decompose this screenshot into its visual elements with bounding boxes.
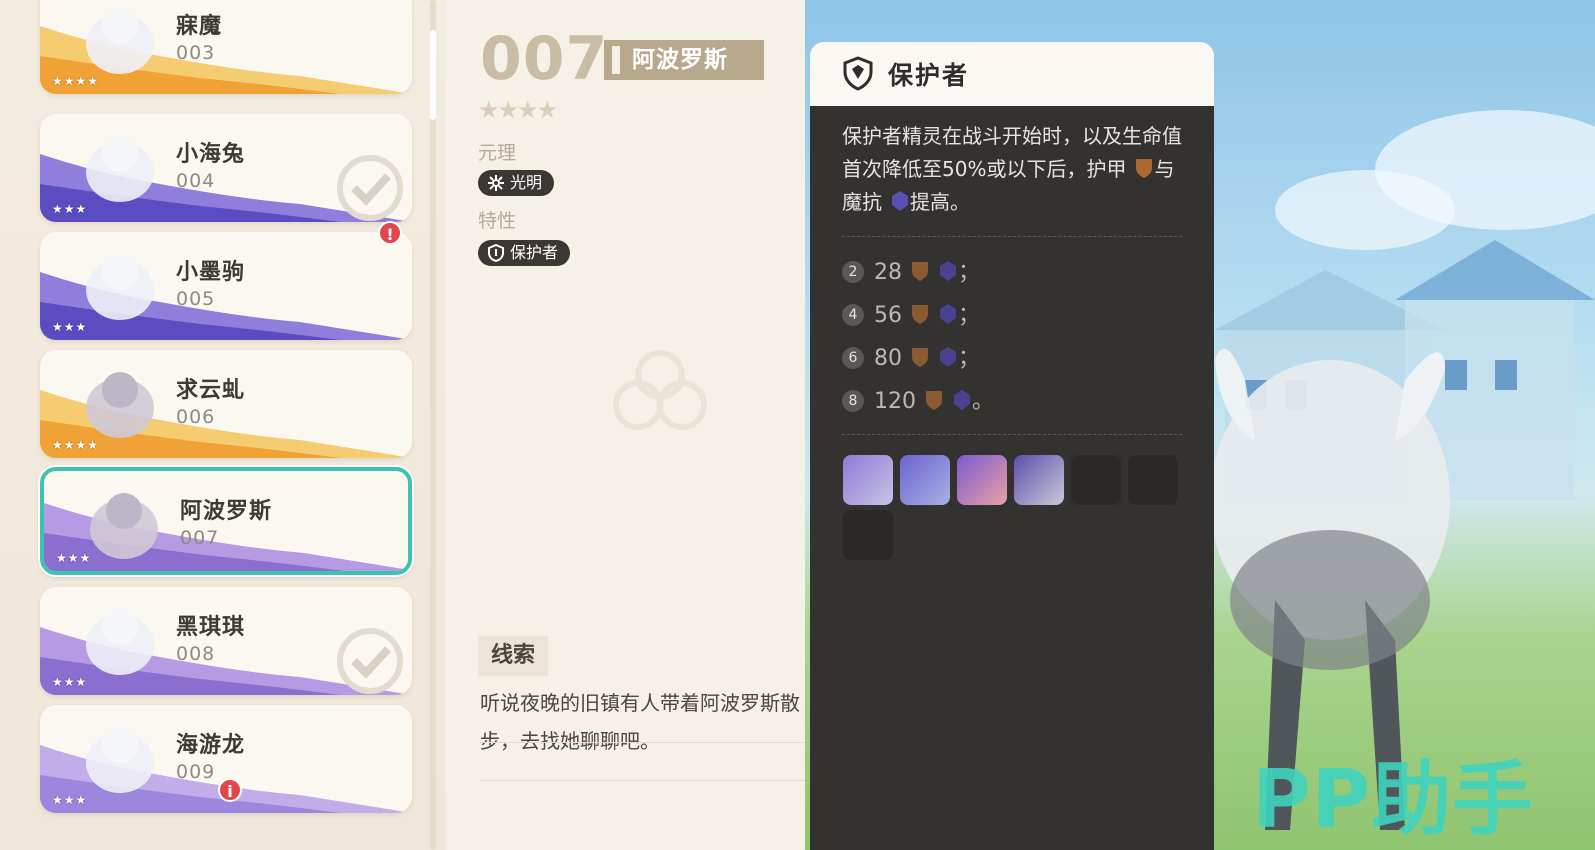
stat-row: 8 120 。 (842, 383, 995, 414)
list-item-name: 小墨驹 (176, 260, 246, 285)
spirit-name-tag: 阿波罗斯 (604, 40, 764, 80)
element-label: 元理 (478, 142, 517, 164)
stat-end: ； (958, 260, 981, 285)
light-icon (488, 175, 504, 191)
tooltip-divider (842, 236, 1182, 237)
list-item-number: 008 (176, 643, 216, 665)
collected-check-icon (337, 628, 403, 694)
list-item-name: 小海兔 (176, 142, 246, 167)
magic-resist-icon (940, 347, 956, 367)
stat-value: 56 (874, 303, 902, 328)
list-item-stars: ★★★★ (52, 438, 100, 452)
list-item-number: 005 (176, 288, 216, 310)
clue-text: 听说夜晚的旧镇有人带着阿波罗斯散步，去找她聊聊吧。 (480, 691, 800, 753)
watermark: PP助手 (1252, 753, 1534, 846)
list-item-stars: ★★★ (52, 793, 88, 807)
list-scrollbar-thumb[interactable] (430, 30, 436, 120)
stat-end: 。 (972, 389, 995, 414)
list-item-number: 009 (176, 761, 216, 783)
stat-level: 6 (842, 347, 864, 369)
list-item-number: 003 (176, 42, 216, 64)
tooltip-desc-part: 提高。 (910, 190, 970, 214)
trait-value: 保护者 (510, 243, 559, 262)
magic-resist-icon (954, 390, 970, 410)
list-item-name: 海游龙 (176, 733, 246, 758)
spirit-stars: ★★★★ (478, 96, 558, 124)
clue-label: 线索 (478, 636, 548, 676)
tooltip-divider (842, 434, 1182, 435)
list-item-stars: ★★★★ (52, 74, 100, 88)
warning-badge-icon: ! (378, 221, 402, 245)
armor-icon (912, 262, 928, 281)
stat-row: 6 80 ； (842, 340, 981, 371)
list-item-name: 寐魔 (176, 14, 223, 39)
list-item-005[interactable]: 小墨驹 005 ★★★ (40, 232, 412, 340)
stat-end: ； (958, 303, 981, 328)
divider (480, 780, 825, 781)
divider (480, 742, 825, 743)
team-portrait[interactable] (957, 455, 1007, 505)
stat-value: 120 (874, 389, 916, 414)
list-item-006[interactable]: 求云虬 006 ★★★★ (40, 350, 412, 458)
team-portrait-locked[interactable] (843, 510, 893, 560)
armor-icon (1136, 159, 1153, 178)
stat-level: 2 (842, 261, 864, 283)
stat-value: 80 (874, 346, 902, 371)
list-item-007[interactable]: 阿波罗斯 007 ★★★ (40, 467, 412, 575)
list-item-stars: ★★★ (56, 551, 92, 565)
list-item-number: 004 (176, 170, 216, 192)
collected-check-icon (337, 155, 403, 221)
trait-label: 特性 (478, 210, 517, 232)
shield-icon (843, 56, 873, 91)
list-item-stars: ★★★ (52, 675, 88, 689)
list-item-stars: ★★★ (52, 320, 88, 334)
list-item-003[interactable]: 寐魔 003 ★★★★ (40, 0, 412, 94)
list-item-name: 求云虬 (176, 378, 246, 403)
tooltip-title: 保护者 (888, 61, 970, 90)
armor-icon (912, 348, 928, 367)
armor-icon (912, 305, 928, 324)
emblem-watermark-icon (613, 350, 707, 430)
stat-value: 28 (874, 260, 902, 285)
list-item-number: 007 (180, 527, 220, 549)
shield-icon (488, 243, 504, 263)
tooltip-description: 保护者精灵在战斗开始时，以及生命值首次降低至50%或以下后，护甲 与魔抗 提高。 (842, 120, 1192, 219)
trait-pill[interactable]: 保护者 (478, 240, 571, 266)
armor-icon (926, 391, 942, 410)
stat-row: 4 56 ； (842, 297, 981, 328)
magic-resist-icon (940, 304, 956, 324)
list-item-name: 黑琪琪 (176, 615, 246, 640)
list-item-004[interactable]: 小海兔 004 ★★★ (40, 114, 412, 222)
team-portrait-locked[interactable] (1128, 455, 1178, 505)
list-item-name: 阿波罗斯 (180, 499, 273, 524)
stat-row: 2 28 ； (842, 254, 981, 285)
magic-resist-icon (892, 191, 908, 211)
team-portrait[interactable] (843, 455, 893, 505)
stat-level: 4 (842, 304, 864, 326)
list-item-008[interactable]: 黑琪琪 008 ★★★ (40, 587, 412, 695)
list-item-number: 006 (176, 406, 216, 428)
element-value: 光明 (510, 173, 543, 192)
tooltip-desc-part: 保护者精灵在战斗开始时，以及生命值首次降低至50%或以下后，护甲 (842, 124, 1182, 181)
spirit-number: 007 (480, 24, 609, 94)
team-portrait[interactable] (1014, 455, 1064, 505)
list-scrollbar-track[interactable] (430, 0, 436, 850)
stat-end: ； (958, 346, 981, 371)
info-badge-icon: i (218, 778, 242, 802)
element-pill[interactable]: 光明 (478, 170, 555, 196)
list-item-stars: ★★★ (52, 202, 88, 216)
stat-level: 8 (842, 390, 864, 412)
magic-resist-icon (940, 261, 956, 281)
team-portrait-locked[interactable] (1071, 455, 1121, 505)
spirit-list: 寐魔 003 ★★★★ 小海兔 004 ★★★ 小墨驹 005 ★★★ 求云虬 006 ★★★★ 阿波罗… (0, 0, 445, 850)
team-portrait[interactable] (900, 455, 950, 505)
